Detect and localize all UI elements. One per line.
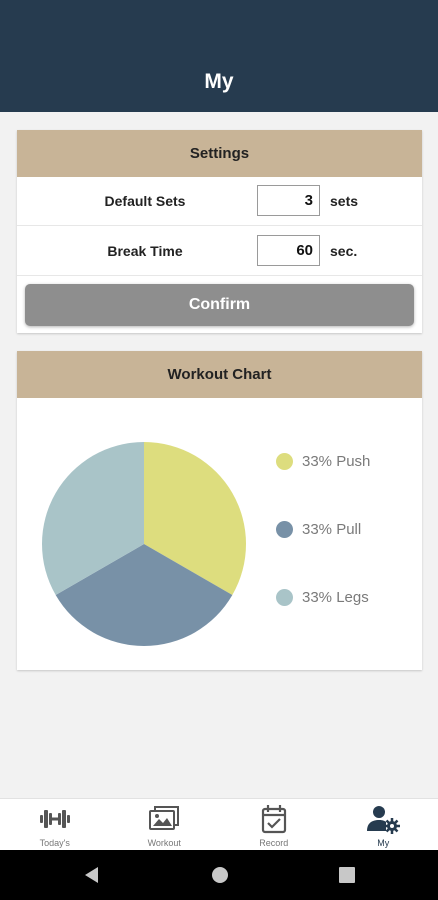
app-header: My — [0, 0, 438, 112]
nav-label-workout: Workout — [147, 838, 181, 848]
recents-icon[interactable] — [337, 865, 357, 885]
legend-item-legs: 33% Legs — [276, 587, 416, 607]
legend-dot-legs — [276, 588, 293, 606]
gallery-icon — [149, 806, 180, 830]
legend-dot-pull — [276, 520, 293, 538]
user-settings-icon — [367, 806, 401, 834]
settings-header: Settings — [17, 130, 422, 177]
default-sets-row: Default Sets sets — [17, 177, 422, 226]
default-sets-label: Default Sets — [104, 193, 186, 209]
nav-item-record[interactable]: Record — [219, 799, 329, 850]
pie-chart — [42, 442, 246, 646]
nav-label-my: My — [377, 838, 390, 848]
bottom-nav: Today's Workout Record My — [0, 798, 438, 850]
legend-item-push: 33% Push — [276, 451, 416, 471]
nav-item-my[interactable]: My — [329, 799, 438, 850]
nav-item-workout[interactable]: Workout — [110, 799, 220, 850]
legend-label-legs: 33% Legs — [302, 588, 369, 606]
legend-dot-push — [276, 452, 293, 470]
nav-label-todays: Today's — [39, 838, 70, 848]
nav-item-todays[interactable]: Today's — [0, 799, 110, 850]
default-sets-unit: sets — [330, 193, 359, 209]
legend-label-push: 33% Push — [302, 452, 371, 470]
home-icon[interactable] — [210, 865, 230, 885]
default-sets-input[interactable] — [257, 185, 320, 216]
page-title: My — [204, 70, 234, 93]
legend-item-pull: 33% Pull — [276, 519, 416, 539]
settings-card: Settings Default Sets sets Break Time se… — [17, 130, 422, 333]
break-time-input[interactable] — [257, 235, 320, 266]
break-time-label: Break Time — [107, 243, 183, 259]
back-icon[interactable] — [82, 865, 102, 885]
calendar-check-icon — [261, 805, 286, 834]
workout-chart-header: Workout Chart — [17, 351, 422, 398]
workout-chart-card: Workout Chart 33% Push 33% Pull 33% Legs — [17, 351, 422, 670]
nav-label-record: Record — [259, 838, 289, 848]
system-nav-bar — [0, 850, 438, 900]
break-time-row: Break Time sec. — [17, 227, 422, 276]
break-time-unit: sec. — [330, 243, 358, 259]
legend-label-pull: 33% Pull — [302, 520, 362, 538]
confirm-button[interactable]: Confirm — [25, 284, 414, 326]
dumbbell-icon — [39, 810, 70, 828]
